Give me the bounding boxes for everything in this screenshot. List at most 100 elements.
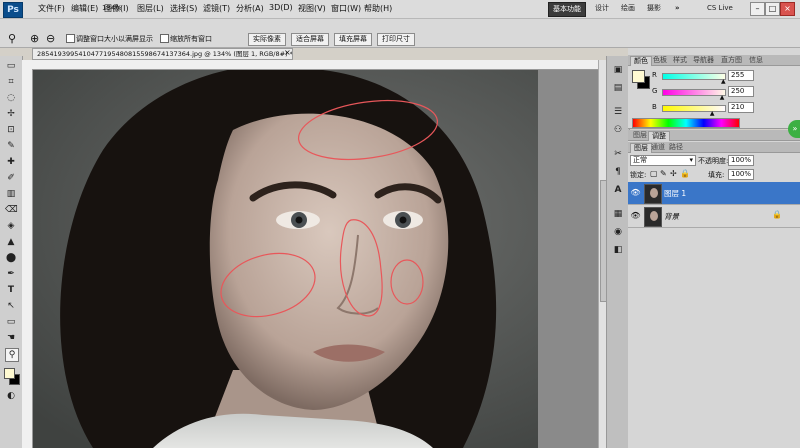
- menu-3d[interactable]: 3D(D): [269, 3, 293, 12]
- menu-layer[interactable]: 图层(L): [137, 3, 164, 14]
- tab-adjustments[interactable]: 调整: [648, 131, 670, 141]
- brush-tool-icon[interactable]: ✐: [5, 172, 17, 184]
- workspace-more-button[interactable]: »: [671, 2, 684, 15]
- move-tool-icon[interactable]: ▭: [5, 60, 17, 72]
- notes-panel-icon[interactable]: ◧: [612, 244, 624, 256]
- tab-swatches[interactable]: 色板: [650, 56, 670, 65]
- menu-select[interactable]: 选择(S): [170, 3, 197, 14]
- tab-histogram[interactable]: 直方图: [718, 56, 745, 65]
- lock-pixels-icon[interactable]: ▢: [650, 169, 658, 178]
- foreground-color-swatch[interactable]: [4, 368, 15, 379]
- visibility-eye-icon[interactable]: 👁: [630, 211, 641, 221]
- red-slider-thumb[interactable]: ▲: [721, 78, 726, 85]
- fill-input[interactable]: 100%: [728, 169, 754, 180]
- fill-screen-button[interactable]: 填充屏幕: [334, 33, 372, 46]
- blue-slider-thumb[interactable]: ▲: [710, 110, 715, 117]
- workspace-photography[interactable]: 摄影: [643, 2, 665, 15]
- print-size-button[interactable]: 打印尺寸: [377, 33, 415, 46]
- fit-screen-button[interactable]: 适合屏幕: [291, 33, 329, 46]
- 3d-panel-icon[interactable]: ◉: [612, 226, 624, 238]
- image-canvas[interactable]: [33, 70, 598, 448]
- fill-label: 填充:: [708, 171, 725, 179]
- tab-styles[interactable]: 样式: [670, 56, 690, 65]
- gradient-tool-icon[interactable]: ◈: [5, 220, 17, 232]
- clone-source-panel-icon[interactable]: ⚇: [612, 124, 624, 136]
- red-value-input[interactable]: 255: [728, 70, 754, 81]
- workspace-essentials[interactable]: 基本功能: [548, 2, 586, 17]
- lock-brush-icon[interactable]: ✎: [660, 169, 667, 178]
- menu-help[interactable]: 帮助(H): [364, 3, 392, 14]
- resize-windows-checkbox[interactable]: [66, 34, 75, 43]
- menu-view[interactable]: 视图(V): [298, 3, 326, 14]
- zoom-out-icon[interactable]: ⊖: [46, 32, 55, 45]
- actual-pixels-button[interactable]: 实际像素: [248, 33, 286, 46]
- background-layer-name[interactable]: 背景: [664, 211, 679, 222]
- path-select-tool-icon[interactable]: ↖: [5, 300, 17, 312]
- red-slider[interactable]: [662, 73, 726, 80]
- marquee-tool-icon[interactable]: ⌗: [5, 76, 17, 88]
- menu-edit[interactable]: 编辑(E): [71, 3, 98, 14]
- layer-row-layer1[interactable]: 👁 图层 1: [628, 182, 800, 205]
- document-close-icon[interactable]: ×: [284, 48, 291, 57]
- menu-analysis[interactable]: 分析(A): [236, 3, 264, 14]
- healing-tool-icon[interactable]: ✚: [5, 156, 17, 168]
- menu-filter[interactable]: 滤镜(T): [203, 3, 230, 14]
- color-fg-swatch[interactable]: [632, 70, 645, 83]
- layer-row-background[interactable]: 👁 背景 🔒: [628, 205, 800, 228]
- blue-slider[interactable]: [662, 105, 726, 112]
- shape-tool-icon[interactable]: ▭: [5, 316, 17, 328]
- crop-tool-icon[interactable]: ⊡: [5, 124, 17, 136]
- layer1-name[interactable]: 图层 1: [664, 188, 686, 199]
- close-icon[interactable]: ×: [780, 2, 795, 16]
- zoom-tool-icon[interactable]: ⚲: [5, 348, 19, 362]
- blend-mode-select[interactable]: 正常 ▾: [630, 155, 696, 166]
- blur-tool-icon[interactable]: ▲: [5, 236, 17, 248]
- zoom-all-windows-checkbox[interactable]: [160, 34, 169, 43]
- expand-panel-icon[interactable]: »: [788, 120, 800, 138]
- zoom-tool-icon[interactable]: ⚲: [8, 32, 16, 45]
- minimize-icon[interactable]: –: [750, 2, 765, 16]
- stamp-tool-icon[interactable]: ▥: [5, 188, 17, 200]
- tab-navigator[interactable]: 导航器: [690, 56, 717, 65]
- paragraph-panel-icon[interactable]: ¶: [612, 166, 624, 178]
- character-panel-icon[interactable]: A: [612, 184, 624, 196]
- opacity-input[interactable]: 100%: [728, 155, 754, 166]
- quick-mask-icon[interactable]: ◐: [5, 390, 17, 402]
- eyedropper-tool-icon[interactable]: ✎: [5, 140, 17, 152]
- tab-channels[interactable]: 通道: [648, 143, 668, 152]
- resize-windows-label: 调整窗口大小以满屏显示: [76, 35, 153, 43]
- visibility-eye-icon[interactable]: 👁: [630, 188, 641, 198]
- eraser-tool-icon[interactable]: ⌫: [5, 204, 18, 216]
- type-tool-icon[interactable]: T: [5, 284, 17, 296]
- hand-tool-icon[interactable]: ☚: [5, 332, 17, 344]
- document-tab[interactable]: 2854193995410477195480815598674137364.jp…: [32, 48, 293, 60]
- quick-select-tool-icon[interactable]: ✢: [5, 108, 17, 120]
- green-slider[interactable]: [662, 89, 726, 96]
- dodge-tool-icon[interactable]: ⬤: [5, 252, 17, 264]
- zoom-level-dropdown[interactable]: 134%: [100, 4, 124, 15]
- maximize-icon[interactable]: □: [765, 2, 780, 16]
- blue-value-input[interactable]: 210: [728, 102, 754, 113]
- actions-panel-icon[interactable]: ▤: [612, 82, 624, 94]
- tool-presets-panel-icon[interactable]: ✂: [612, 148, 624, 160]
- green-slider-thumb[interactable]: ▲: [720, 94, 725, 101]
- workspace-design[interactable]: 设计: [591, 2, 613, 15]
- tab-color[interactable]: 颜色: [630, 56, 652, 66]
- tab-paths[interactable]: 路径: [666, 143, 686, 152]
- color-spectrum-bar[interactable]: [632, 118, 740, 128]
- menu-window[interactable]: 窗口(W): [331, 3, 361, 14]
- workspace-painting[interactable]: 绘画: [617, 2, 639, 15]
- masks-panel-icon[interactable]: ▦: [612, 208, 624, 220]
- tab-info[interactable]: 信息: [746, 56, 766, 65]
- pen-tool-icon[interactable]: ✒: [5, 268, 17, 280]
- cs-live-button[interactable]: CS Live: [703, 2, 737, 15]
- green-value-input[interactable]: 250: [728, 86, 754, 97]
- menu-file[interactable]: 文件(F): [38, 3, 65, 14]
- brushes-panel-icon[interactable]: ☰: [612, 106, 624, 118]
- zoom-in-icon[interactable]: ⊕: [30, 32, 39, 45]
- lasso-tool-icon[interactable]: ◌: [5, 92, 17, 104]
- lock-all-icon[interactable]: 🔒: [680, 169, 690, 178]
- history-panel-icon[interactable]: ▣: [612, 64, 624, 76]
- lock-position-icon[interactable]: ✢: [670, 169, 677, 178]
- tab-layers-group[interactable]: 图层: [630, 131, 650, 140]
